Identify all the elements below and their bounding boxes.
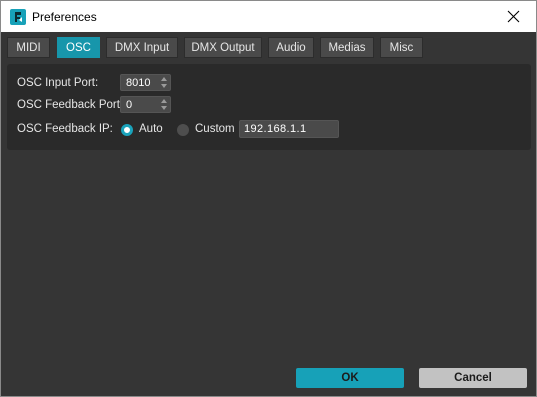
- custom-ip-value: 192.168.1.1: [244, 123, 307, 135]
- window-title: Preferences: [32, 10, 97, 24]
- tab-audio[interactable]: Audio: [268, 37, 314, 58]
- app-logo-icon: [10, 9, 26, 25]
- osc-feedback-port-value: 0: [126, 99, 133, 111]
- osc-feedback-port-spinbox[interactable]: 0: [120, 96, 171, 113]
- title-bar: Preferences: [1, 1, 536, 32]
- custom-ip-input[interactable]: 192.168.1.1: [239, 120, 339, 138]
- osc-feedback-port-label: OSC Feedback Port:: [17, 99, 124, 111]
- close-icon: [507, 10, 520, 23]
- dialog-content: MIDI OSC DMX Input DMX Output Audio Medi…: [1, 32, 536, 396]
- osc-input-port-spinbox[interactable]: 8010: [120, 74, 171, 91]
- ok-button[interactable]: OK: [296, 368, 404, 388]
- tab-dmx-input[interactable]: DMX Input: [106, 37, 178, 58]
- tab-medias[interactable]: Medias: [320, 37, 374, 58]
- spin-arrows-icon[interactable]: [160, 76, 168, 89]
- custom-radio-label[interactable]: Custom: [195, 123, 235, 135]
- tab-midi[interactable]: MIDI: [7, 37, 50, 58]
- tab-dmx-output[interactable]: DMX Output: [184, 37, 262, 58]
- auto-radio[interactable]: [121, 124, 133, 136]
- spin-arrows-icon[interactable]: [160, 98, 168, 111]
- osc-input-port-label: OSC Input Port:: [17, 77, 99, 89]
- osc-feedback-ip-label: OSC Feedback IP:: [17, 123, 113, 135]
- close-button[interactable]: [492, 1, 536, 32]
- preferences-window: Preferences MIDI OSC DMX Input DMX Outpu…: [0, 0, 537, 397]
- osc-settings-panel: OSC Input Port: 8010 OSC Feedback Port: …: [7, 64, 531, 150]
- auto-radio-label[interactable]: Auto: [139, 123, 163, 135]
- tab-misc[interactable]: Misc: [380, 37, 423, 58]
- custom-radio[interactable]: [177, 124, 189, 136]
- cancel-button[interactable]: Cancel: [419, 368, 527, 388]
- osc-input-port-value: 8010: [126, 77, 151, 89]
- tab-osc[interactable]: OSC: [57, 37, 100, 58]
